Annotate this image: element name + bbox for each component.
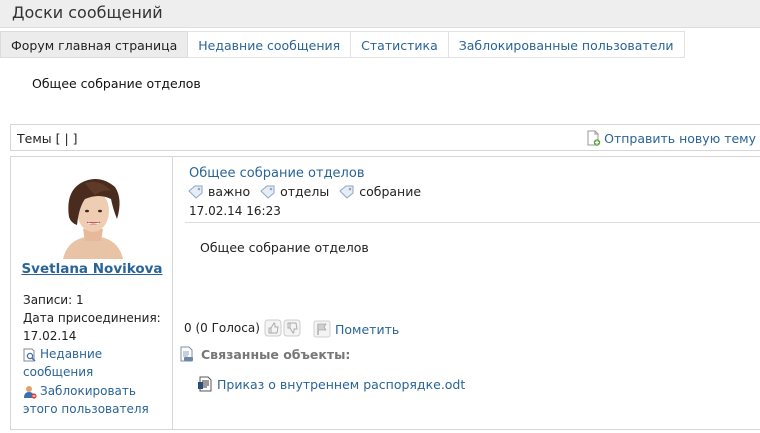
related-objects-label: Связанные объекты: bbox=[201, 346, 351, 362]
page-title: Доски сообщений bbox=[12, 3, 163, 22]
text-document-icon bbox=[198, 376, 212, 392]
post-date: 17.02.14 16:23 bbox=[189, 204, 281, 218]
post-body: Общее собрание отделов bbox=[200, 240, 369, 255]
topics-label: Темы [ | ] bbox=[17, 131, 78, 146]
topics-bar: Темы [ | ] Отправить новую тему bbox=[10, 124, 760, 151]
related-objects-heading: Связанные объекты: bbox=[179, 346, 350, 362]
author-meta: Записи: 1 Дата присоединения: 17.02.14 bbox=[23, 291, 161, 345]
author-panel: Svetlana Novikova Записи: 1 Дата присоед… bbox=[11, 157, 173, 429]
thumbs-down-icon[interactable] bbox=[283, 319, 301, 337]
post-title-link[interactable]: Общее собрание отделов bbox=[189, 166, 364, 181]
page-header: Доски сообщений bbox=[0, 0, 760, 28]
new-topic-label: Отправить новую тему bbox=[604, 130, 756, 146]
tab-banned-users[interactable]: Заблокированные пользователи bbox=[448, 31, 685, 58]
block-user-line-1: Заблокировать bbox=[40, 384, 136, 398]
block-user-link[interactable]: Заблокировать этого пользователя bbox=[23, 382, 149, 418]
flag-label: Пометить bbox=[335, 321, 400, 337]
recent-posts-link[interactable]: Недавние сообщения bbox=[23, 345, 102, 381]
block-user-icon bbox=[24, 386, 37, 399]
author-joined-label: Дата присоединения: bbox=[23, 311, 161, 325]
flag-icon bbox=[313, 320, 331, 338]
tag-list: важно отделы собрание bbox=[188, 184, 421, 199]
recent-posts-line-2: сообщения bbox=[23, 365, 94, 379]
tag-label: отделы bbox=[280, 184, 330, 199]
tag-label: собрание bbox=[359, 184, 422, 199]
linked-document-icon bbox=[180, 346, 193, 362]
tab-statistics[interactable]: Статистика bbox=[351, 31, 449, 58]
tag-item[interactable]: важно bbox=[188, 184, 250, 199]
forum-post: Svetlana Novikova Записи: 1 Дата присоед… bbox=[10, 156, 760, 430]
flag-link[interactable]: Пометить bbox=[313, 320, 399, 338]
avatar[interactable] bbox=[55, 169, 131, 259]
thread-heading: Общее собрание отделов bbox=[32, 76, 201, 91]
new-document-icon bbox=[587, 130, 601, 146]
new-topic-link[interactable]: Отправить новую тему bbox=[585, 130, 756, 146]
tag-icon bbox=[339, 185, 354, 199]
vote-section: 0 (0 Голоса) bbox=[184, 319, 301, 337]
tag-icon bbox=[260, 185, 275, 199]
related-item-link[interactable]: Приказ о внутреннем распорядке.odt bbox=[197, 376, 465, 392]
tab-forum-home[interactable]: Форум главная страница bbox=[0, 31, 189, 58]
tab-bar: Форум главная страница Недавние сообщени… bbox=[0, 31, 685, 58]
post-divider bbox=[185, 222, 760, 223]
tag-icon bbox=[188, 185, 203, 199]
search-document-icon bbox=[23, 348, 36, 362]
tag-label: важно bbox=[208, 184, 251, 199]
block-user-line-2: этого пользователя bbox=[23, 402, 149, 416]
user-photo bbox=[55, 169, 131, 259]
author-name-link[interactable]: Svetlana Novikova bbox=[11, 261, 173, 277]
tag-item[interactable]: отделы bbox=[260, 184, 329, 199]
recent-posts-line-1: Недавние bbox=[40, 347, 103, 361]
author-joined-date: 17.02.14 bbox=[23, 329, 77, 343]
thumbs-up-icon[interactable] bbox=[264, 319, 282, 337]
author-posts-count: Записи: 1 bbox=[23, 293, 84, 307]
tab-recent-posts[interactable]: Недавние сообщения bbox=[188, 31, 352, 58]
related-item-label: Приказ о внутреннем распорядке.odt bbox=[217, 376, 466, 392]
vote-count: 0 (0 Голоса) bbox=[184, 321, 260, 335]
tag-item[interactable]: собрание bbox=[339, 184, 421, 199]
